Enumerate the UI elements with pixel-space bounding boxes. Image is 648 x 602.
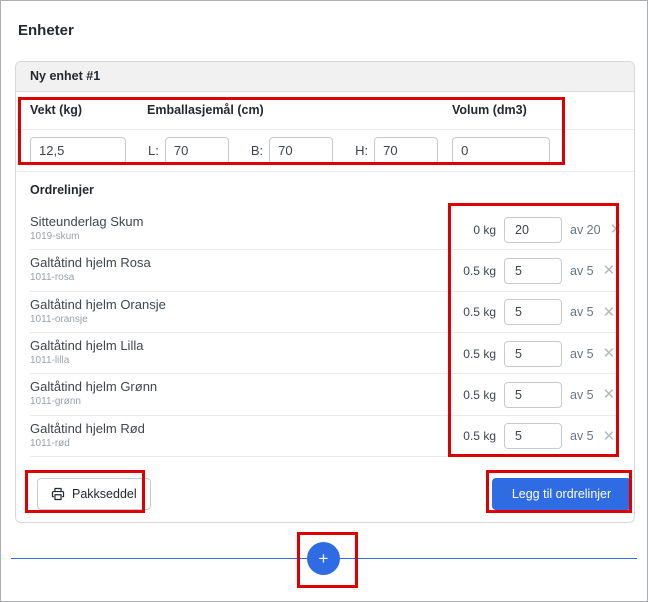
dimension-fields: L: B: H:: [126, 137, 438, 164]
orderline-row: Galtåtind hjelm Rød 1011-rød 0.5 kg av 5…: [16, 416, 634, 457]
packing-slip-label: Pakkseddel: [72, 487, 137, 501]
volume-label: Volum (dm3): [452, 103, 527, 117]
dimension-field: H:: [355, 137, 438, 164]
unit-card-header: Ny enhet #1: [16, 62, 634, 92]
orderline-qty-input[interactable]: [504, 423, 562, 449]
orderline-max: av 5: [570, 347, 594, 361]
dimension-input[interactable]: [269, 137, 333, 164]
orderline-row: Galtåtind hjelm Rosa 1011-rosa 0.5 kg av…: [16, 250, 634, 291]
orderline-controls: 0.5 kg av 5 ✕: [456, 292, 615, 333]
orderline-sku: 1011-rosa: [30, 272, 74, 283]
remove-orderline-icon[interactable]: ✕: [603, 387, 616, 402]
orderline-max: av 5: [570, 388, 594, 402]
orderline-controls: 0.5 kg av 5 ✕: [456, 374, 615, 415]
remove-orderline-icon[interactable]: ✕: [603, 263, 616, 278]
fields-labels-row: Vekt (kg) Emballasjemål (cm) Volum (dm3): [16, 92, 634, 130]
orderline-sku: 1011-oransje: [30, 314, 88, 325]
orderline-max: av 5: [570, 429, 594, 443]
dimension-field: B:: [251, 137, 333, 164]
orderline-sku: 1019-skum: [30, 231, 79, 242]
packing-slip-button[interactable]: Pakkseddel: [37, 478, 151, 510]
orderline-name: Galtåtind hjelm Rosa: [30, 255, 151, 270]
enheter-page: Enheter Ny enhet #1 Vekt (kg) Emballasje…: [0, 0, 648, 602]
orderline-qty-input[interactable]: [504, 258, 562, 284]
remove-orderline-icon[interactable]: ✕: [603, 305, 616, 320]
orderline-max: av 20: [570, 223, 601, 237]
orderline-weight: 0.5 kg: [456, 388, 496, 402]
add-orderlines-button[interactable]: Legg til ordrelinjer: [492, 478, 631, 510]
dimension-input[interactable]: [165, 137, 229, 164]
page-title: Enheter: [18, 22, 74, 39]
add-unit-button[interactable]: +: [307, 542, 340, 575]
weight-input[interactable]: [30, 137, 126, 164]
orderline-list: Sitteunderlag Skum 1019-skum 0 kg av 20 …: [16, 209, 634, 457]
orderline-name: Galtåtind hjelm Rød: [30, 421, 145, 436]
orderline-name: Galtåtind hjelm Oransje: [30, 297, 166, 312]
weight-label: Vekt (kg): [30, 103, 82, 117]
orderline-controls: 0.5 kg av 5 ✕: [456, 333, 615, 374]
dimension-prefix: L:: [148, 143, 159, 158]
fields-inputs-row: L: B: H:: [16, 129, 634, 172]
orderline-qty-input[interactable]: [504, 217, 562, 243]
row-divider: [30, 456, 617, 457]
orderline-name: Galtåtind hjelm Lilla: [30, 338, 143, 353]
orderline-row: Galtåtind hjelm Lilla 1011-lilla 0.5 kg …: [16, 333, 634, 374]
orderline-max: av 5: [570, 264, 594, 278]
orderline-qty-input[interactable]: [504, 299, 562, 325]
dimension-prefix: B:: [251, 143, 263, 158]
orderline-qty-input[interactable]: [504, 382, 562, 408]
orderline-weight: 0.5 kg: [456, 264, 496, 278]
dimension-prefix: H:: [355, 143, 368, 158]
dimension-input[interactable]: [374, 137, 438, 164]
orderline-row: Galtåtind hjelm Oransje 1011-oransje 0.5…: [16, 292, 634, 333]
orderline-weight: 0 kg: [456, 223, 496, 237]
plus-icon: +: [319, 549, 329, 568]
orderline-sku: 1011-rød: [30, 438, 70, 449]
remove-orderline-icon[interactable]: ✕: [610, 222, 623, 237]
unit-card: Ny enhet #1 Vekt (kg) Emballasjemål (cm)…: [15, 61, 635, 523]
remove-orderline-icon[interactable]: ✕: [603, 346, 616, 361]
remove-orderline-icon[interactable]: ✕: [603, 429, 616, 444]
dimension-field: L:: [148, 137, 229, 164]
orderline-sku: 1011-lilla: [30, 355, 69, 366]
orderlines-heading: Ordrelinjer: [30, 183, 94, 197]
orderline-controls: 0.5 kg av 5 ✕: [456, 416, 615, 457]
orderline-max: av 5: [570, 305, 594, 319]
orderline-weight: 0.5 kg: [456, 429, 496, 443]
orderline-row: Sitteunderlag Skum 1019-skum 0 kg av 20 …: [16, 209, 634, 250]
dimensions-label: Emballasjemål (cm): [147, 103, 264, 117]
orderline-controls: 0.5 kg av 5 ✕: [456, 250, 615, 291]
orderline-name: Galtåtind hjelm Grønn: [30, 379, 157, 394]
orderline-sku: 1011-grønn: [30, 396, 81, 407]
orderline-qty-input[interactable]: [504, 341, 562, 367]
orderline-weight: 0.5 kg: [456, 347, 496, 361]
volume-input[interactable]: [452, 137, 550, 164]
orderline-name: Sitteunderlag Skum: [30, 214, 143, 229]
orderline-row: Galtåtind hjelm Grønn 1011-grønn 0.5 kg …: [16, 374, 634, 415]
printer-icon: [51, 487, 65, 501]
orderline-weight: 0.5 kg: [456, 305, 496, 319]
orderline-controls: 0 kg av 20 ✕: [456, 209, 622, 250]
